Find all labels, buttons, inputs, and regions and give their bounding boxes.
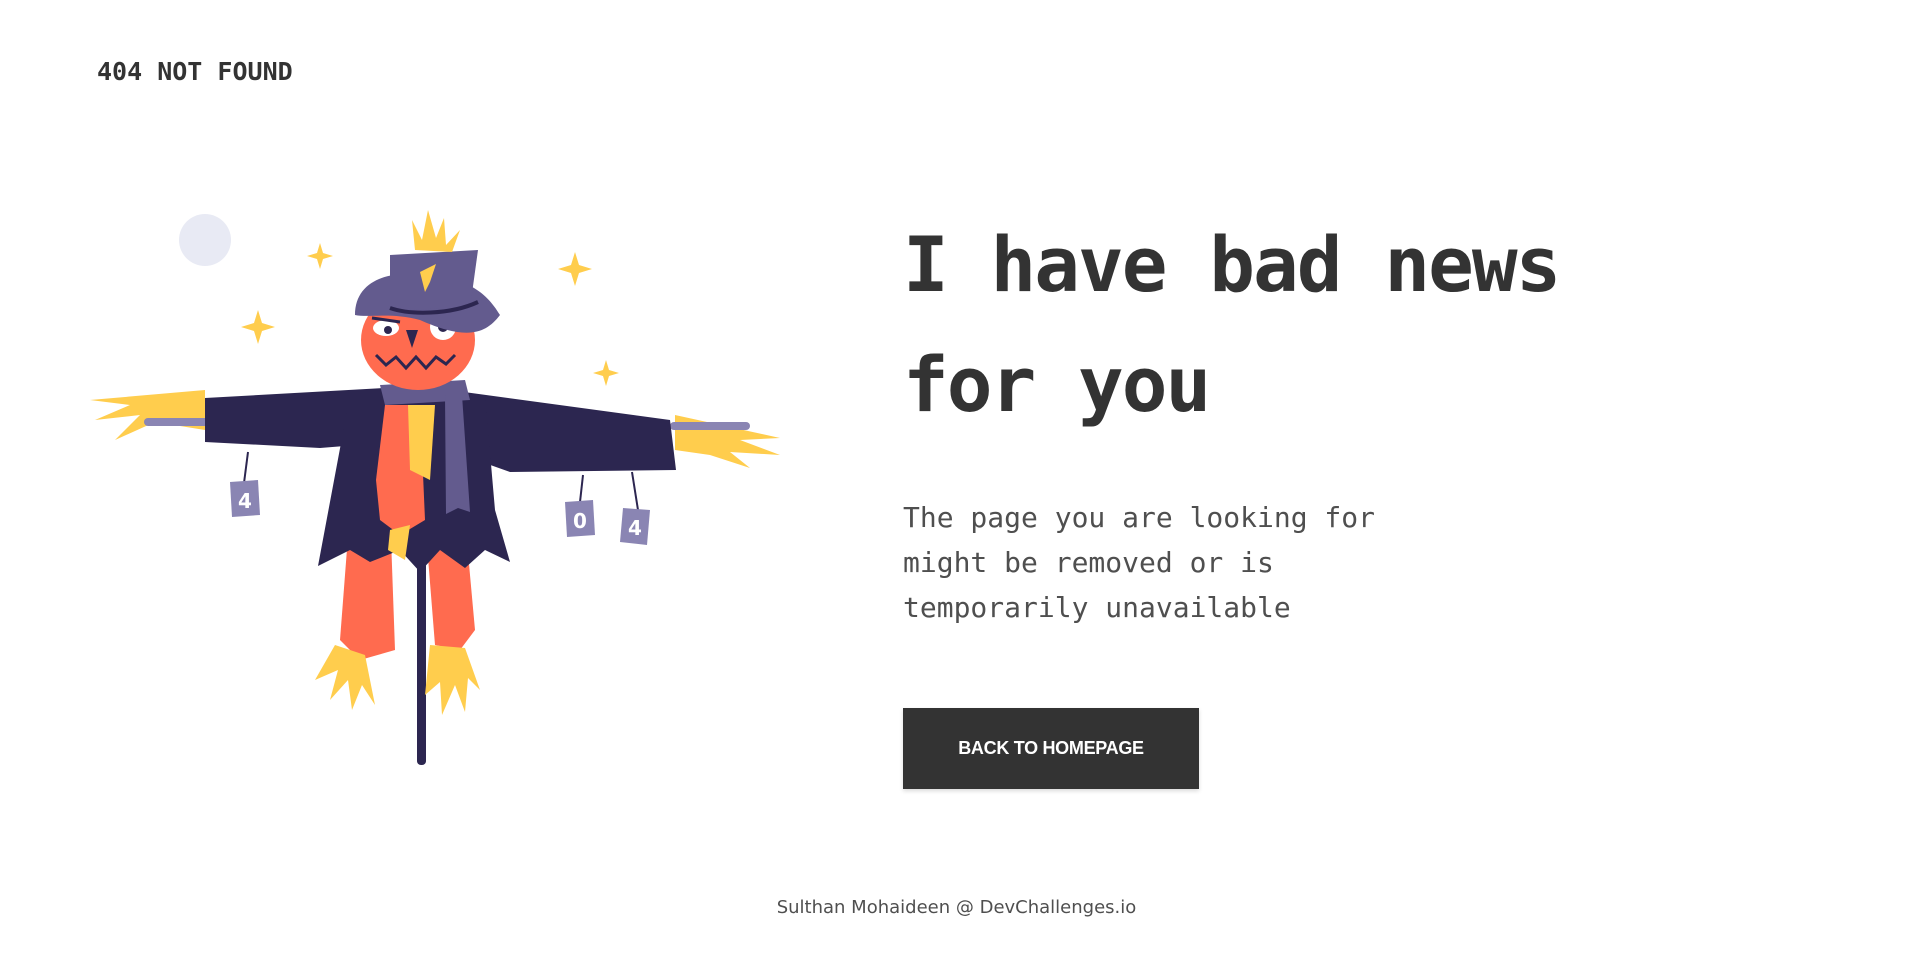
svg-text:4: 4 (238, 489, 252, 513)
headline-line-1: I have bad news (903, 220, 1561, 309)
can-0-middle: 0 (565, 500, 595, 537)
subtext-line-1: The page you are looking for (903, 501, 1376, 534)
main-content: I have bad news for you The page you are… (903, 205, 1803, 630)
scarecrow-illustration: 4 0 4 (90, 190, 780, 770)
brand-title: 404 NOT FOUND (97, 57, 293, 86)
subtext-line-2: might be removed or is (903, 546, 1274, 579)
back-to-homepage-button[interactable]: BACK TO HOMEPAGE (903, 708, 1199, 789)
headline-line-2: for you (903, 340, 1211, 429)
can-4-left: 4 (230, 480, 260, 517)
moon-shape (179, 214, 231, 266)
svg-text:0: 0 (573, 509, 587, 533)
svg-text:4: 4 (628, 516, 642, 540)
headline: I have bad news for you (903, 205, 1803, 445)
footer-credit: Sulthan Mohaideen @ DevChallenges.io (776, 897, 1137, 918)
subtext: The page you are looking for might be rem… (903, 495, 1463, 630)
can-4-right: 4 (620, 508, 650, 545)
subtext-line-3: temporarily unavailable (903, 591, 1291, 624)
left-straw-hand (90, 390, 205, 440)
